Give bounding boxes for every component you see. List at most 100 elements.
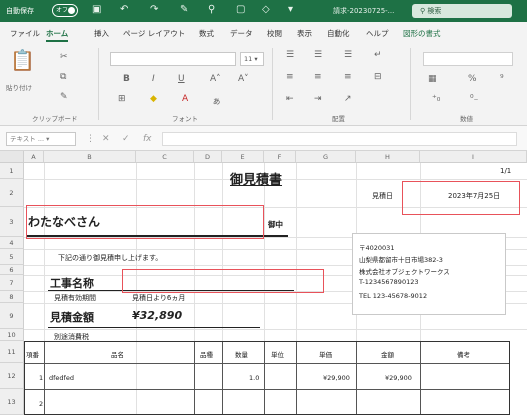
fill-icon[interactable]: ◇ <box>262 4 270 15</box>
search-box[interactable]: ⚲ 検索 <box>412 4 512 18</box>
company-address-box[interactable]: 〒4020031 山梨県都留市十日市場382-3 株式会社オブジェクトワークス … <box>352 233 506 315</box>
align-top-icon[interactable]: ☰ <box>286 50 294 60</box>
pen-icon[interactable]: ✎ <box>180 4 188 15</box>
row-header-11[interactable]: 11 <box>0 341 24 363</box>
paste-label[interactable]: 貼り付け <box>6 82 32 92</box>
name-box-value: テキスト ... <box>10 135 45 143</box>
row-header-5[interactable]: 5 <box>0 249 24 265</box>
copy-icon[interactable]: ⧉ <box>60 72 66 82</box>
orientation-icon[interactable]: ↗ <box>344 94 352 104</box>
validity-label: 見積有効期間 <box>54 294 96 302</box>
table-cell-no: 1 <box>39 374 44 382</box>
align-middle-icon[interactable]: ☰ <box>314 50 322 60</box>
redo-icon[interactable]: ↷ <box>150 4 158 15</box>
table-header-item: 品名 <box>111 351 124 359</box>
italic-button[interactable]: I <box>152 74 155 84</box>
font-size-box[interactable]: 11 ▾ <box>240 52 264 66</box>
save-icon[interactable]: ▣ <box>92 4 101 15</box>
company-tel: TEL 123-45678-9012 <box>359 292 428 300</box>
column-header-f[interactable]: F <box>264 151 296 163</box>
table-cell-qty: 1.0 <box>249 374 260 382</box>
row-header-12[interactable]: 12 <box>0 363 24 389</box>
tab-automate[interactable]: 自動化 <box>327 28 350 39</box>
autosave-toggle[interactable]: オフ <box>52 4 78 17</box>
bold-button[interactable]: B <box>123 74 130 84</box>
row-header-8[interactable]: 8 <box>0 291 24 303</box>
align-bottom-icon[interactable]: ☰ <box>344 50 352 60</box>
row-header-6[interactable]: 6 <box>0 265 24 275</box>
tab-shape-format[interactable]: 図形の書式 <box>403 28 441 39</box>
ribbon-separator <box>98 48 99 120</box>
currency-icon[interactable]: ▦ <box>428 74 437 84</box>
tab-help[interactable]: ヘルプ <box>366 28 389 39</box>
formula-input[interactable] <box>162 132 517 146</box>
tab-file[interactable]: ファイル <box>10 28 40 39</box>
align-center-icon[interactable]: ≡ <box>314 72 322 82</box>
name-box[interactable]: テキスト ... ▾ <box>6 132 76 146</box>
row-header-3[interactable]: 3 <box>0 207 24 237</box>
date-label: 見積日 <box>372 192 393 200</box>
column-header-b[interactable]: B <box>44 151 136 163</box>
amount-value: ¥32,890 <box>132 309 183 322</box>
tab-page-layout[interactable]: ページ レイアウト <box>123 28 185 39</box>
tab-insert[interactable]: 挿入 <box>94 28 109 39</box>
format-painter-brush-icon[interactable]: ✎ <box>60 92 68 102</box>
customize-qat-icon[interactable]: ▾ <box>288 4 293 15</box>
wrap-text-icon[interactable]: ↵ <box>374 50 382 60</box>
decrease-decimal-icon[interactable]: ⁰₋ <box>470 94 478 104</box>
undo-icon[interactable]: ↶ <box>120 4 128 15</box>
row-header-4[interactable]: 4 <box>0 237 24 249</box>
column-header-d[interactable]: D <box>194 151 222 163</box>
paste-icon[interactable]: 📋 <box>10 48 35 72</box>
column-header-h[interactable]: H <box>356 151 420 163</box>
tab-view[interactable]: 表示 <box>297 28 312 39</box>
align-right-icon[interactable]: ≡ <box>344 72 352 82</box>
tab-home[interactable]: ホーム <box>46 28 69 42</box>
intro-text: 下記の通り御見積申し上げます。 <box>58 254 163 262</box>
percent-icon[interactable]: % <box>468 74 477 84</box>
column-header-a[interactable]: A <box>24 151 44 163</box>
fill-color-icon[interactable]: ◆ <box>150 94 157 104</box>
row-header-9[interactable]: 9 <box>0 303 24 329</box>
column-header-i[interactable]: I <box>420 151 527 163</box>
number-format-box[interactable] <box>423 52 513 66</box>
increase-decimal-icon[interactable]: ⁺₀ <box>432 94 440 104</box>
cancel-icon[interactable]: ✕ <box>102 134 110 144</box>
insert-function-icon[interactable]: fx <box>143 134 152 144</box>
column-header-c[interactable]: C <box>136 151 194 163</box>
row-header-13[interactable]: 13 <box>0 389 24 415</box>
font-color-icon[interactable]: A <box>182 94 188 104</box>
indent-decrease-icon[interactable]: ⇤ <box>286 94 294 104</box>
table-cell-item: dfedfed <box>49 374 74 382</box>
increase-font-icon[interactable]: A˄ <box>210 74 221 84</box>
merge-icon[interactable]: ⊟ <box>374 72 382 82</box>
worksheet-grid[interactable]: A B C D E F G H I 1 2 3 4 5 6 7 8 9 10 1… <box>0 151 527 415</box>
row-header-1[interactable]: 1 <box>0 163 24 179</box>
borders-icon[interactable]: ⊞ <box>118 94 126 104</box>
align-left-icon[interactable]: ≡ <box>286 72 294 82</box>
row-header-7[interactable]: 7 <box>0 275 24 291</box>
underline-button[interactable]: U <box>178 74 185 84</box>
phonetic-icon[interactable]: ぁ <box>212 94 221 107</box>
row-header-2[interactable]: 2 <box>0 179 24 207</box>
column-header-g[interactable]: G <box>296 151 356 163</box>
company-postal: 〒4020031 <box>359 244 395 252</box>
more-icon[interactable]: ⋮ <box>86 134 95 144</box>
decrease-font-icon[interactable]: A˅ <box>238 74 249 84</box>
row-header-10[interactable]: 10 <box>0 329 24 341</box>
tab-data[interactable]: データ <box>230 28 253 39</box>
gridline <box>24 329 527 330</box>
cut-icon[interactable]: ✂ <box>60 52 68 62</box>
enter-icon[interactable]: ✓ <box>122 134 130 144</box>
column-header-e[interactable]: E <box>222 151 264 163</box>
indent-increase-icon[interactable]: ⇥ <box>314 94 322 104</box>
table-cell-price: ¥29,900 <box>323 374 350 382</box>
tab-formulas[interactable]: 数式 <box>199 28 214 39</box>
comma-icon[interactable]: ⁹ <box>500 74 504 84</box>
select-all-corner[interactable] <box>0 151 24 163</box>
font-name-box[interactable] <box>110 52 236 66</box>
tab-review[interactable]: 校閲 <box>267 28 282 39</box>
format-painter-icon[interactable]: ▢ <box>236 4 245 15</box>
project-highlight-box <box>122 269 324 293</box>
search-replace-icon[interactable]: ⚲ <box>208 4 215 15</box>
